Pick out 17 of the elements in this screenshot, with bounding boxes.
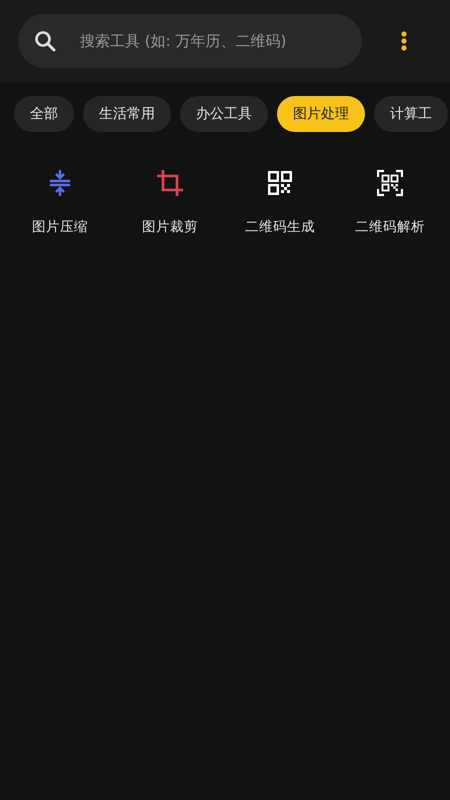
crop-icon[interactable] [156,168,184,198]
search-icon [34,30,56,52]
compress-icon[interactable] [49,168,71,198]
tool-label[interactable]: 图片压缩 [32,218,88,236]
search-bar[interactable]: 搜索工具 (如: 万年历、二维码) [18,14,362,68]
category-tab[interactable]: 办公工具 [180,96,268,132]
category-tab[interactable]: 生活常用 [83,96,171,132]
more-icon[interactable] [401,31,407,51]
category-tab[interactable]: 全部 [14,96,74,132]
category-tab[interactable]: 图片处理 [277,96,365,132]
tool-label[interactable]: 二维码生成 [245,218,315,236]
category-tab[interactable]: 计算工 [374,96,448,132]
qr-code-icon[interactable] [268,168,292,198]
search-field[interactable]: 搜索工具 (如: 万年历、二维码) [78,31,362,51]
qr-scan-icon[interactable] [377,168,403,198]
tool-label[interactable]: 图片裁剪 [142,218,198,236]
tool-label[interactable]: 二维码解析 [355,218,425,236]
